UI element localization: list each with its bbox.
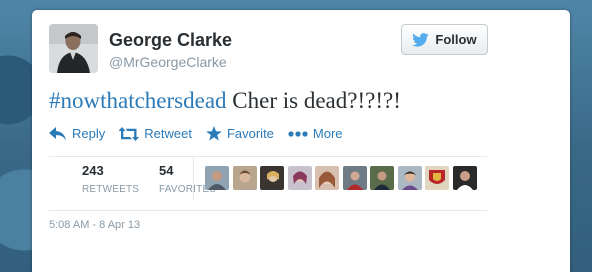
user-avatar[interactable]: [425, 166, 449, 190]
retweets-label: RETWEETS: [82, 184, 140, 195]
tweet-body: Cher is dead?!?!?!: [226, 88, 401, 113]
retweet-button[interactable]: Retweet: [119, 126, 192, 141]
user-avatar[interactable]: [287, 166, 312, 190]
retweets-stat[interactable]: 243 RETWEETS: [82, 163, 139, 195]
more-dots-icon: [288, 130, 308, 137]
user-avatar[interactable]: [342, 166, 367, 190]
hashtag-link[interactable]: #nowthatchersdead: [49, 88, 227, 113]
reply-label: Reply: [72, 126, 106, 141]
user-avatar[interactable]: [370, 166, 394, 190]
retweets-count: 243: [82, 163, 104, 178]
favorite-label: Favorite: [226, 126, 274, 141]
reply-icon: [49, 126, 66, 140]
user-avatar[interactable]: [260, 166, 284, 190]
avatar-photo: [49, 24, 98, 73]
star-icon: [206, 126, 222, 141]
user-faces: [205, 166, 477, 190]
user-avatar[interactable]: [397, 166, 422, 190]
user-avatar[interactable]: [452, 166, 477, 190]
display-name[interactable]: George Clarke: [109, 30, 232, 51]
avatar[interactable]: [49, 24, 98, 73]
follow-button[interactable]: Follow: [401, 24, 488, 55]
favorite-button[interactable]: Favorite: [206, 126, 274, 141]
more-button[interactable]: More: [288, 126, 343, 141]
user-avatar[interactable]: [232, 166, 257, 190]
more-label: More: [312, 126, 343, 141]
screen-name[interactable]: @MrGeorgeClarke: [109, 54, 227, 70]
divider: [49, 210, 487, 211]
follow-label: Follow: [435, 32, 477, 47]
tweet-timestamp[interactable]: 5:08 AM - 8 Apr 13: [49, 219, 140, 231]
retweet-label: Retweet: [144, 126, 192, 141]
user-avatar[interactable]: [205, 166, 229, 190]
retweet-icon: [119, 126, 140, 141]
twitter-bird-icon: [412, 32, 430, 47]
user-avatar[interactable]: [315, 166, 339, 190]
tweet-actions: Reply Retweet Favorite More: [49, 126, 343, 141]
stats-separator: [193, 156, 194, 201]
divider: [49, 156, 487, 157]
tweet-text: #nowthatchersdead Cher is dead?!?!?!: [49, 88, 401, 114]
reply-button[interactable]: Reply: [49, 126, 105, 141]
